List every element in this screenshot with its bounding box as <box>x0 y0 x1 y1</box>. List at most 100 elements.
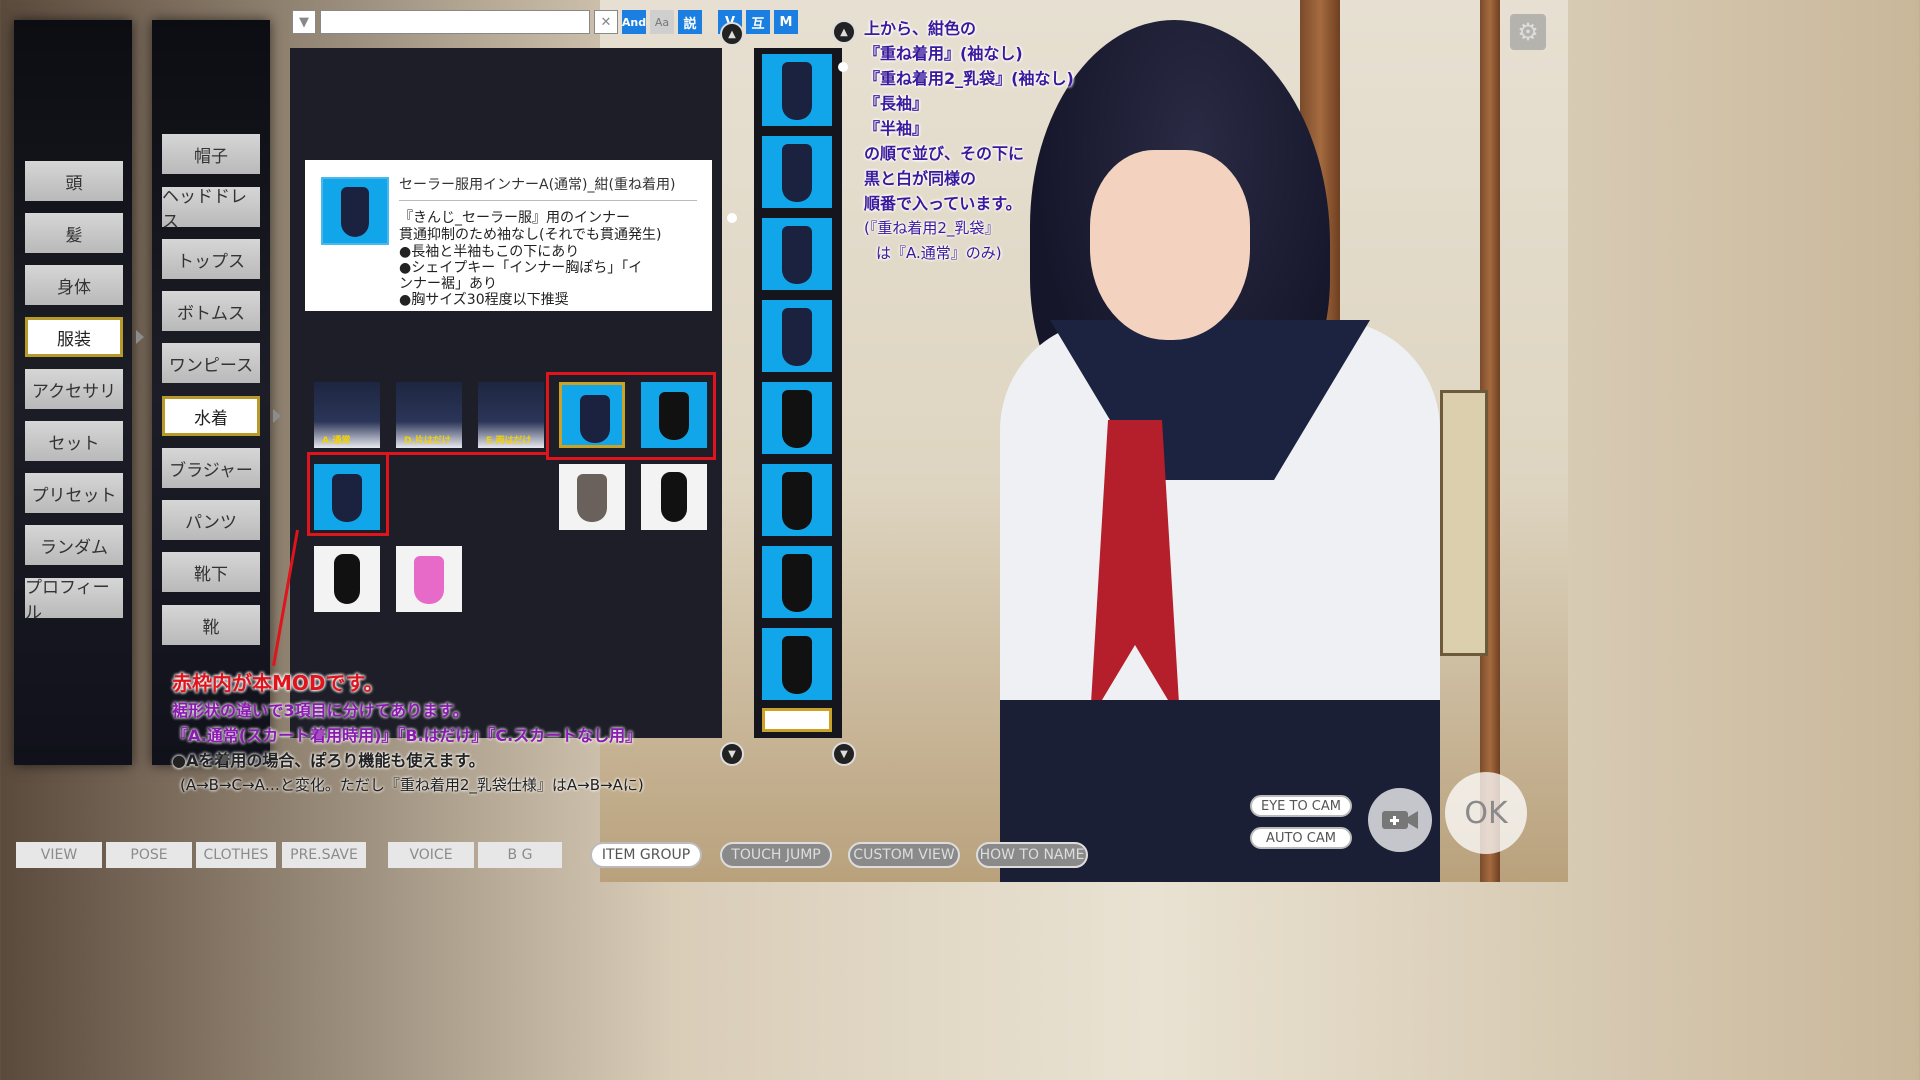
note-line: 黒と白が同様の <box>864 169 977 188</box>
description-toggle-button[interactable]: 説 <box>678 10 702 34</box>
subcategory-bra-button[interactable]: ブラジャー <box>162 448 260 488</box>
clear-search-icon[interactable]: ✕ <box>594 10 618 34</box>
view-button[interactable]: VIEW <box>16 842 102 868</box>
strip-scroll-down-icon[interactable]: ▼ <box>832 742 856 766</box>
note-line: 『重ね着用』(袖なし) <box>864 44 1023 63</box>
subcategory-panties-button[interactable]: パンツ <box>162 500 260 540</box>
item-group-button[interactable]: ITEM GROUP <box>590 842 702 868</box>
item-label: D.片はだけ <box>404 436 451 446</box>
swimsuit-icon <box>661 472 687 522</box>
subcategory-bottoms-button[interactable]: ボトムス <box>162 291 260 331</box>
note-line: 上から、紺色の <box>864 19 977 38</box>
item-label: A.通常 <box>322 436 351 446</box>
item-swimsuit-black-2[interactable] <box>314 546 380 612</box>
strip-scroll-thumb[interactable] <box>838 62 848 72</box>
description-thumbnail <box>321 177 389 245</box>
annotation-bottom-note: 赤枠内が本MODです。 裾形状の違いで3項目に分けてあります。 『A.通常(スカ… <box>172 668 644 798</box>
custom-view-button[interactable]: CUSTOM VIEW <box>848 842 960 868</box>
variant-item[interactable] <box>762 218 832 290</box>
bg-button[interactable]: B G <box>478 842 562 868</box>
category-head-button[interactable]: 頭 <box>25 161 123 201</box>
variant-item[interactable] <box>762 300 832 372</box>
item-sailor-a-normal[interactable]: A.通常 <box>314 382 380 448</box>
note-line: 『A.通常(スカート着用時用)』『B.はだけ』『C.スカートなし用』 <box>172 726 642 745</box>
description-line: ●胸サイズ30程度以下推奨 <box>399 292 569 308</box>
subcategory-swimsuit-button[interactable]: 水着 <box>162 396 260 436</box>
category-preset-button[interactable]: プリセット <box>25 473 123 513</box>
dress-icon <box>414 556 444 604</box>
scroll-down-icon[interactable]: ▼ <box>720 742 744 766</box>
note-line: ●Aを着用の場合、ぽろり機能も使えます。 <box>172 751 485 770</box>
dress-icon <box>577 474 607 522</box>
category-profile-button[interactable]: プロフィール <box>25 578 123 623</box>
variant-item-partial[interactable] <box>762 708 832 732</box>
presave-button[interactable]: PRE.SAVE <box>282 842 366 868</box>
description-title: セーラー服用インナーA(通常)_紺(重ね着用) <box>399 177 676 193</box>
variant-item[interactable] <box>762 546 832 618</box>
subcategory-headdress-button[interactable]: ヘッドドレス <box>162 187 260 232</box>
subcategory-socks-button[interactable]: 靴下 <box>162 552 260 592</box>
category-random-button[interactable]: ランダム <box>25 525 123 565</box>
note-line: 『長袖』 <box>864 94 929 113</box>
eye-to-cam-button[interactable]: EYE TO CAM <box>1250 795 1352 817</box>
category-arrow-icon <box>136 330 144 344</box>
category-body-button[interactable]: 身体 <box>25 265 123 305</box>
touch-jump-button[interactable]: TOUCH JUMP <box>720 842 832 868</box>
pose-button[interactable]: POSE <box>106 842 192 868</box>
mod-highlight-frame <box>307 452 389 536</box>
strip-scroll-up-icon[interactable]: ▲ <box>832 20 856 44</box>
note-line: 順番で入っています。 <box>864 194 1022 213</box>
m-toggle-button[interactable]: M <box>774 10 798 34</box>
description-line: 『きんじ_セーラー服』用のインナー <box>399 210 630 226</box>
item-dress-gray[interactable] <box>559 464 625 530</box>
category-set-button[interactable]: セット <box>25 421 123 461</box>
category-clothing-button[interactable]: 服装 <box>25 317 123 357</box>
item-costume-pink[interactable] <box>396 546 462 612</box>
voice-button[interactable]: VOICE <box>388 842 474 868</box>
variant-item[interactable] <box>762 628 832 700</box>
note-line: の順で並び、その下に <box>864 144 1025 163</box>
note-heading: 赤枠内が本MODです。 <box>172 671 384 695</box>
description-line: ●シェイプキー「インナー胸ぽち」「イ <box>399 260 643 276</box>
category-accessory-button[interactable]: アクセサリ <box>25 369 123 409</box>
swap-toggle-button[interactable]: 互 <box>746 10 770 34</box>
character-face <box>1090 150 1250 340</box>
note-line: 裾形状の違いで3項目に分けてあります。 <box>172 701 469 720</box>
annotation-top-note: 上から、紺色の 『重ね着用』(袖なし) 『重ね着用2_乳袋』(袖なし) 『長袖』… <box>864 16 1074 266</box>
subcategory-shoes-button[interactable]: 靴 <box>162 605 260 645</box>
background-hanging-scroll <box>1440 390 1488 656</box>
item-label: E.両はだけ <box>486 436 532 446</box>
mod-highlight-connector <box>386 452 548 455</box>
case-toggle-button[interactable]: Aa <box>650 10 674 34</box>
subcategory-arrow-icon <box>273 409 281 423</box>
subcategory-panel <box>152 20 270 765</box>
description-line: ●長袖と半袖もこの下にあり <box>399 244 580 260</box>
description-divider <box>399 200 697 201</box>
category-hair-button[interactable]: 髪 <box>25 213 123 253</box>
gear-icon[interactable]: ⚙ <box>1510 14 1546 50</box>
variant-item[interactable] <box>762 136 832 208</box>
subcategory-hat-button[interactable]: 帽子 <box>162 134 260 174</box>
subcategory-onepiece-button[interactable]: ワンピース <box>162 343 260 383</box>
item-sailor-e-both[interactable]: E.両はだけ <box>478 382 544 448</box>
dropdown-chevron-icon[interactable]: ▼ <box>292 10 316 34</box>
item-sailor-d-single[interactable]: D.片はだけ <box>396 382 462 448</box>
item-description-card: セーラー服用インナーA(通常)_紺(重ね着用) 『きんじ_セーラー服』用のインナ… <box>305 160 712 311</box>
search-input[interactable] <box>320 10 590 34</box>
note-line: (『重ね着用2_乳袋』 <box>864 219 1000 237</box>
item-swimsuit-black[interactable] <box>641 464 707 530</box>
variant-item[interactable] <box>762 382 832 454</box>
variant-item[interactable] <box>762 464 832 536</box>
scroll-thumb[interactable] <box>727 213 737 223</box>
scroll-up-icon[interactable]: ▲ <box>720 22 744 46</box>
note-line: 『重ね着用2_乳袋』(袖なし) <box>864 69 1074 88</box>
how-to-name-button[interactable]: HOW TO NAME <box>976 842 1088 868</box>
clothes-button[interactable]: CLOTHES <box>196 842 276 868</box>
description-line: ンナー裾」あり <box>399 276 497 292</box>
subcategory-tops-button[interactable]: トップス <box>162 239 260 279</box>
note-line: (A→B→C→A…と変化。ただし『重ね着用2_乳袋仕様』はA→B→Aに) <box>180 776 644 794</box>
and-toggle-button[interactable]: And <box>622 10 646 34</box>
variant-item[interactable] <box>762 54 832 126</box>
bottom-toolbar: VIEW POSE CLOTHES PRE.SAVE VOICE B G ITE… <box>0 842 1568 870</box>
mod-highlight-frame <box>546 372 716 460</box>
